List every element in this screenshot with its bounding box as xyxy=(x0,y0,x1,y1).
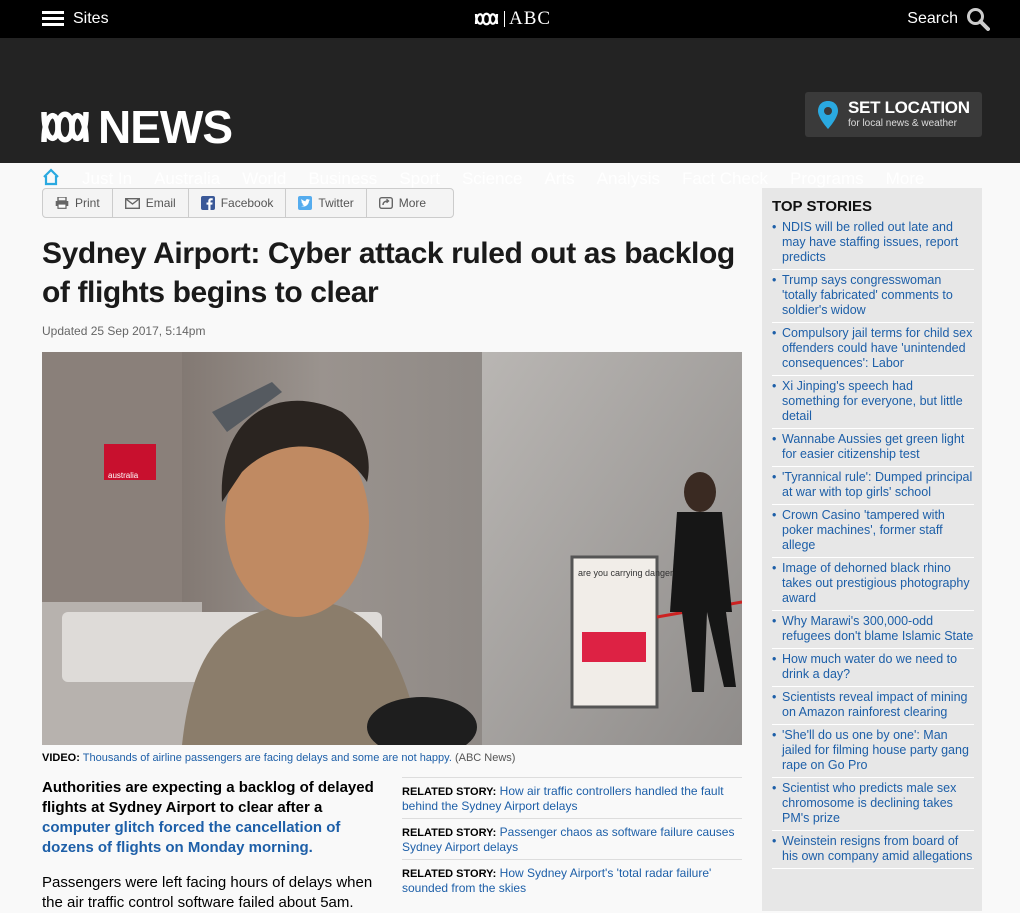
top-story-link[interactable]: Xi Jinping's speech had something for ev… xyxy=(772,376,974,429)
email-button[interactable]: Email xyxy=(113,189,189,217)
article: Print Email Facebook Twitter More Sydney… xyxy=(42,188,742,911)
related-story: RELATED STORY: How air traffic controlle… xyxy=(402,777,742,818)
video-caption: VIDEO: Thousands of airline passengers a… xyxy=(42,752,742,764)
print-icon xyxy=(55,197,69,209)
article-paragraph: Passengers were left facing hours of del… xyxy=(42,874,373,911)
top-story-link[interactable]: 'Tyrannical rule': Dumped principal at w… xyxy=(772,467,974,505)
top-story-link[interactable]: Scientists reveal impact of mining on Am… xyxy=(772,687,974,725)
more-label: More xyxy=(398,196,427,210)
top-story-link[interactable]: Crown Casino 'tampered with poker machin… xyxy=(772,505,974,558)
top-story-link[interactable]: Weinstein resigns from board of his own … xyxy=(772,831,974,869)
facebook-icon xyxy=(200,196,215,210)
more-icon xyxy=(378,197,393,209)
nav-business[interactable]: Business xyxy=(308,169,377,189)
article-video-thumbnail[interactable]: australia are you carrying dangerous goo… xyxy=(42,352,742,745)
article-updated-date: Updated 25 Sep 2017, 5:14pm xyxy=(42,324,206,338)
top-stories-list: NDIS will be rolled out late and may hav… xyxy=(762,217,982,869)
news-wordmark: NEWS xyxy=(98,101,233,153)
top-story-link[interactable]: 'She'll do us one by one': Man jailed fo… xyxy=(772,725,974,778)
top-story-link[interactable]: Image of dehorned black rhino takes out … xyxy=(772,558,974,611)
nav-programs[interactable]: Programs xyxy=(790,169,864,189)
related-story: RELATED STORY: Passenger chaos as softwa… xyxy=(402,818,742,859)
top-stories-heading: TOP STORIES xyxy=(772,198,873,215)
print-label: Print xyxy=(75,196,100,210)
abc-news-logo[interactable]: NEWS xyxy=(40,100,233,154)
facebook-button[interactable]: Facebook xyxy=(189,189,287,217)
related-label: RELATED STORY: xyxy=(402,786,497,798)
print-button[interactable]: Print xyxy=(43,189,113,217)
nav-more[interactable]: More xyxy=(886,169,925,189)
nav-just-in[interactable]: Just In xyxy=(82,169,132,189)
related-stories: RELATED STORY: How air traffic controlle… xyxy=(402,777,742,900)
nav-fact-check[interactable]: Fact Check xyxy=(682,169,768,189)
search-label: Search xyxy=(907,10,958,27)
sites-menu-button[interactable]: Sites xyxy=(42,0,109,38)
divider xyxy=(504,11,505,27)
lead-text: Authorities are expecting a backlog of d… xyxy=(42,779,374,816)
search-button[interactable]: Search xyxy=(907,0,990,38)
facebook-label: Facebook xyxy=(220,196,274,210)
caption-link[interactable]: Thousands of airline passengers are faci… xyxy=(83,752,452,764)
twitter-button[interactable]: Twitter xyxy=(286,189,367,217)
set-location-subtitle: for local news & weather xyxy=(848,118,957,129)
related-label: RELATED STORY: xyxy=(402,868,497,880)
top-stories-sidebar: TOP STORIES NDIS will be rolled out late… xyxy=(762,188,982,911)
nav-analysis[interactable]: Analysis xyxy=(597,169,660,189)
search-icon xyxy=(967,8,990,31)
airline-logo-text: australia xyxy=(108,471,139,480)
location-pin-icon xyxy=(818,101,838,129)
article-headline: Sydney Airport: Cyber attack ruled out a… xyxy=(42,237,735,309)
top-story-link[interactable]: Scientist who predicts male sex chromoso… xyxy=(772,778,974,831)
top-story-link[interactable]: Wannabe Aussies get green light for easi… xyxy=(772,429,974,467)
nav-science[interactable]: Science xyxy=(462,169,522,189)
nav-sport[interactable]: Sport xyxy=(399,169,440,189)
twitter-label: Twitter xyxy=(318,196,354,210)
article-lead: Authorities are expecting a backlog of d… xyxy=(42,778,377,858)
set-location-title: SET LOCATION xyxy=(848,98,970,117)
top-story-link[interactable]: Why Marawi's 300,000-odd refugees don't … xyxy=(772,611,974,649)
lead-link[interactable]: computer glitch forced the cancellation … xyxy=(42,819,340,856)
nav-world[interactable]: World xyxy=(242,169,286,189)
set-location-button[interactable]: SET LOCATION for local news & weather xyxy=(805,92,982,137)
nav-arts[interactable]: Arts xyxy=(544,169,574,189)
top-bar: Sites ABC Search xyxy=(0,0,1020,38)
top-story-link[interactable]: Trump says congresswoman 'totally fabric… xyxy=(772,270,974,323)
related-label: RELATED STORY: xyxy=(402,827,497,839)
caption-source: (ABC News) xyxy=(454,752,516,764)
abc-label: ABC xyxy=(509,8,552,29)
video-still-image: australia are you carrying dangerous goo… xyxy=(42,352,742,745)
nav-australia[interactable]: Australia xyxy=(154,169,220,189)
top-story-link[interactable]: NDIS will be rolled out late and may hav… xyxy=(772,217,974,270)
email-icon xyxy=(124,197,140,209)
abc-logo-icon xyxy=(474,12,499,26)
related-story: RELATED STORY: How Sydney Airport's 'tot… xyxy=(402,859,742,900)
top-story-link[interactable]: Compulsory jail terms for child sex offe… xyxy=(772,323,974,376)
more-share-button[interactable]: More xyxy=(367,189,438,217)
caption-prefix: VIDEO: xyxy=(42,752,80,764)
email-label: Email xyxy=(145,196,176,210)
twitter-icon xyxy=(298,196,313,210)
abc-home-link[interactable]: ABC xyxy=(474,0,551,38)
sites-label: Sites xyxy=(73,10,109,27)
top-story-link[interactable]: How much water do we need to drink a day… xyxy=(772,649,974,687)
site-header: NEWS SET LOCATION for local news & weath… xyxy=(0,38,1020,188)
abc-news-logo-icon xyxy=(41,111,89,143)
share-toolbar: Print Email Facebook Twitter More xyxy=(42,188,454,218)
hamburger-icon xyxy=(42,11,64,27)
